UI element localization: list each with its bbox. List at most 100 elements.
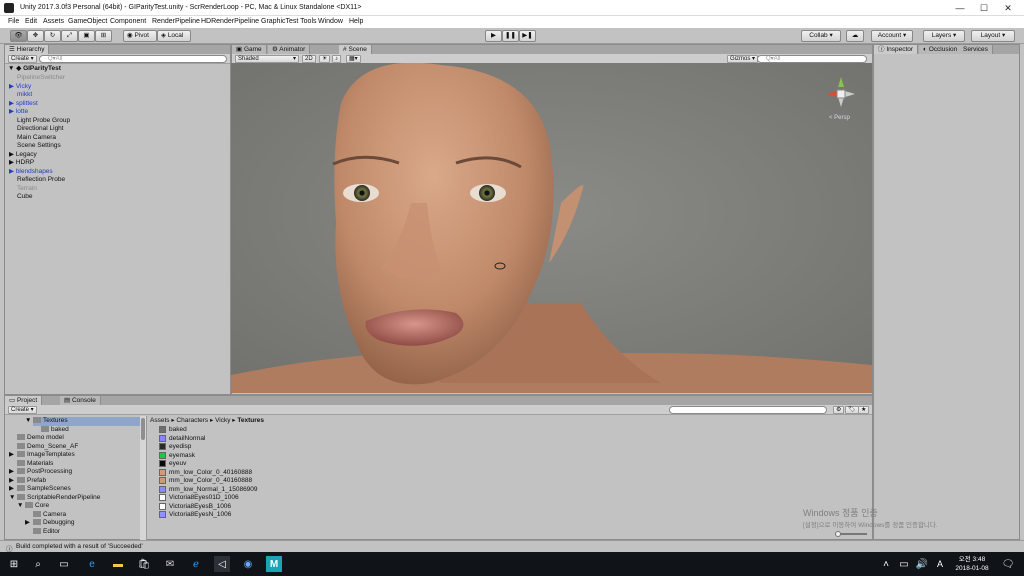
- pause-button[interactable]: ❚❚: [502, 30, 519, 42]
- expand-arrow-icon[interactable]: ▼: [9, 494, 17, 503]
- tray-up-arrow-icon[interactable]: ˄: [878, 556, 894, 572]
- audio-toggle[interactable]: ♪: [332, 55, 341, 63]
- asset-list-item[interactable]: mm_low_Color_0_40160888: [159, 477, 252, 486]
- icon-size-slider[interactable]: [835, 531, 867, 537]
- network-icon[interactable]: ▭: [896, 556, 912, 572]
- tab-project[interactable]: ▭ Project: [5, 396, 43, 405]
- local-button[interactable]: ◈ Local: [157, 30, 191, 42]
- close-icon[interactable]: ✕: [1000, 2, 1016, 14]
- search-by-label-icon[interactable]: 🏷: [845, 406, 859, 414]
- tab-inspector[interactable]: ⓘ Inspector: [874, 45, 919, 54]
- hierarchy-item[interactable]: Terrain: [17, 185, 37, 194]
- folder-tree-item[interactable]: ▶ Prefab: [9, 477, 140, 486]
- folder-tree-item[interactable]: Demo model: [17, 434, 140, 443]
- clock[interactable]: 오전 3:48 2018-01-08: [950, 555, 994, 573]
- pivot-button[interactable]: ◉ Pivot: [123, 30, 157, 42]
- breadcrumb-textures[interactable]: Textures: [237, 417, 264, 424]
- search-icon[interactable]: ⌕: [30, 556, 46, 572]
- gizmos-dropdown[interactable]: Gizmos ▾: [727, 55, 759, 63]
- lighting-toggle[interactable]: ☀: [319, 55, 331, 63]
- layers-button[interactable]: Layers ▾: [923, 30, 965, 42]
- expand-arrow-icon[interactable]: ▶: [9, 477, 17, 486]
- project-create-button[interactable]: Create ▾: [8, 406, 37, 414]
- hierarchy-item[interactable]: PipelineSwitcher: [17, 74, 65, 83]
- folder-tree-item[interactable]: ▼ ScriptableRenderPipeline: [9, 494, 140, 503]
- slider-thumb[interactable]: [835, 531, 841, 537]
- hierarchy-item[interactable]: ▶ HDRP: [9, 159, 34, 168]
- ime-icon[interactable]: A: [932, 556, 948, 572]
- hierarchy-create-button[interactable]: Create ▾: [8, 55, 37, 63]
- menu-renderpipeline[interactable]: RenderPipeline: [152, 18, 200, 25]
- search-by-type-icon[interactable]: ⚙: [833, 406, 845, 414]
- tab-occlusion[interactable]: ◐ Occlusion: [919, 45, 963, 54]
- expand-arrow-icon[interactable]: ▶: [9, 83, 16, 90]
- hierarchy-item[interactable]: ▶ blendshapes: [9, 168, 53, 177]
- menu-file[interactable]: File: [8, 18, 19, 25]
- tab-animator[interactable]: ⚙ Animator: [268, 45, 311, 54]
- scale-tool-button[interactable]: ⤢: [61, 30, 78, 42]
- account-button[interactable]: Account ▾: [871, 30, 913, 42]
- menu-component[interactable]: Component: [110, 18, 146, 25]
- effects-dropdown[interactable]: ▦▾: [346, 55, 361, 63]
- asset-list-item[interactable]: Victoria8EyesN_1006: [159, 511, 231, 520]
- unity-taskbar-icon[interactable]: ◁: [214, 556, 230, 572]
- asset-list-item[interactable]: eyemask: [159, 451, 195, 461]
- store-icon[interactable]: 🛍: [136, 556, 152, 572]
- asset-list-item[interactable]: detailNormal: [159, 434, 206, 444]
- expand-arrow-icon[interactable]: ▶: [9, 468, 17, 477]
- folder-tree-item[interactable]: Demo_Scene_AF: [17, 443, 140, 452]
- expand-arrow-icon[interactable]: ▼: [17, 502, 25, 511]
- menu-window[interactable]: Window: [318, 18, 343, 25]
- expand-arrow-icon[interactable]: ▶: [9, 485, 17, 494]
- asset-list-item[interactable]: eyeuv: [159, 460, 186, 469]
- hierarchy-item[interactable]: mikkt: [17, 91, 32, 100]
- hierarchy-item[interactable]: Light Probe Group: [17, 117, 70, 126]
- asset-list-item[interactable]: baked: [159, 426, 187, 435]
- hierarchy-item[interactable]: Reflection Probe: [17, 176, 65, 185]
- play-button[interactable]: ▶: [485, 30, 502, 42]
- asset-list-item[interactable]: Victoria8Eyes01D_1006: [159, 494, 239, 503]
- menu-assets[interactable]: Assets: [43, 18, 64, 25]
- rotate-tool-button[interactable]: ↻: [44, 30, 61, 42]
- expand-arrow-icon[interactable]: ▶: [25, 519, 33, 528]
- folder-tree-item[interactable]: ▼ Textures: [25, 417, 140, 426]
- app-taskbar-icon[interactable]: ◉: [240, 556, 256, 572]
- tab-console[interactable]: ▤ Console: [60, 396, 101, 405]
- expand-arrow-icon[interactable]: ▶: [9, 108, 16, 115]
- rect-tool-button[interactable]: ▣: [78, 30, 95, 42]
- folder-tree-item[interactable]: ▶ PostProcessing: [9, 468, 140, 477]
- hierarchy-item[interactable]: ▶ Vicky: [9, 83, 31, 92]
- expand-arrow-icon[interactable]: ▶: [9, 159, 16, 166]
- notification-icon[interactable]: 🗨: [1000, 556, 1016, 572]
- ie-icon[interactable]: ℯ: [188, 556, 204, 572]
- hierarchy-item[interactable]: Main Camera: [17, 134, 56, 143]
- menu-hdrenderpipeline[interactable]: HDRenderPipeline: [201, 18, 259, 25]
- tab-hierarchy[interactable]: ☰ Hierarchy: [5, 45, 50, 54]
- maximize-icon[interactable]: ☐: [976, 2, 992, 14]
- breadcrumb-assets[interactable]: Assets: [150, 417, 170, 424]
- expand-arrow-icon[interactable]: ▼: [25, 417, 33, 426]
- folder-tree-item[interactable]: Editor: [33, 528, 140, 537]
- mode-2d-button[interactable]: 2D: [302, 55, 316, 63]
- scene-viewport[interactable]: < Persp: [231, 63, 872, 393]
- asset-list-item[interactable]: Victoria8EyesB_1006: [159, 502, 231, 512]
- hand-tool-button[interactable]: 👁: [10, 30, 27, 42]
- tree-scrollbar-thumb[interactable]: [141, 418, 145, 440]
- hierarchy-item[interactable]: ▶ splittest: [9, 100, 38, 109]
- folder-tree-item[interactable]: ▶ ImageTemplates: [9, 451, 140, 460]
- asset-list-item[interactable]: mm_low_Normal_1_15086909: [159, 485, 258, 495]
- breadcrumb-characters[interactable]: Characters: [176, 417, 208, 424]
- scene-root[interactable]: ▼ ◆ GIParityTest: [8, 65, 61, 74]
- breadcrumb-vicky[interactable]: Vicky: [215, 417, 230, 424]
- perspective-label[interactable]: < Persp: [829, 115, 850, 121]
- folder-tree-item[interactable]: Camera: [33, 511, 140, 520]
- expand-arrow-icon[interactable]: ▶: [9, 168, 16, 175]
- expand-arrow-icon[interactable]: ▶: [9, 451, 17, 460]
- folder-tree-item[interactable]: ▼ Core: [17, 502, 140, 511]
- hierarchy-item[interactable]: ▶ lotte: [9, 108, 28, 117]
- project-search-input[interactable]: [669, 406, 827, 414]
- hierarchy-item[interactable]: Scene Settings: [17, 142, 61, 151]
- tree-scrollbar[interactable]: [140, 416, 146, 540]
- tab-services[interactable]: Services: [959, 45, 993, 54]
- folder-tree-item[interactable]: ▶ Debugging: [25, 519, 140, 528]
